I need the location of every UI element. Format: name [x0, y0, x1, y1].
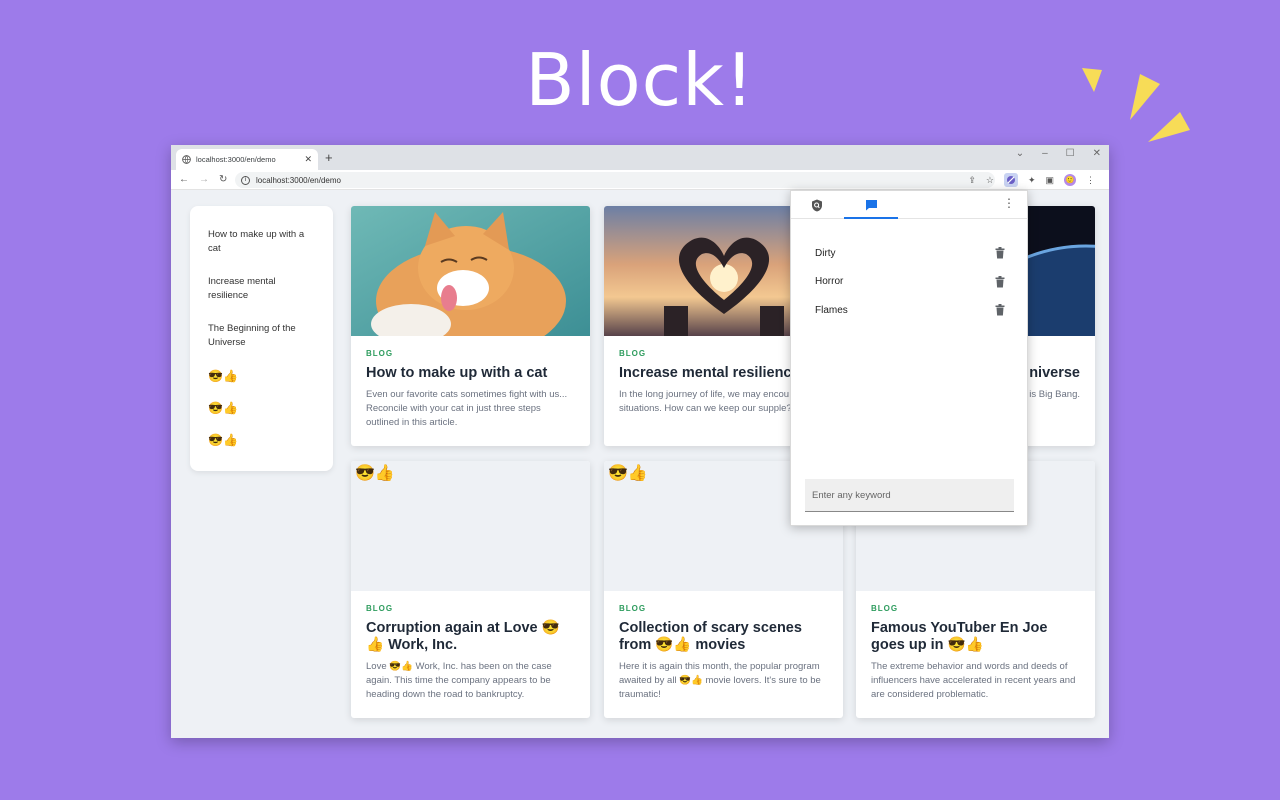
card-title[interactable]: Famous YouTuber En Joe goes up in 😎👍 [871, 620, 1080, 654]
tab-title: localhost:3000/en/demo [196, 155, 276, 164]
delete-icon[interactable] [995, 304, 1005, 316]
tab-keywords[interactable] [864, 198, 878, 212]
sidebar-item[interactable]: Increase mental resilience [208, 275, 315, 303]
maximize-icon[interactable]: ☐ [1066, 148, 1075, 159]
list-item: Dirty [791, 239, 1027, 268]
minimize-icon[interactable]: – [1042, 148, 1048, 159]
profile-avatar[interactable]: 🙂 [1064, 174, 1076, 186]
tab-shield-search[interactable] [810, 198, 824, 212]
card-title[interactable]: Collection of scary scenes from 😎👍 movie… [619, 620, 828, 654]
card-title[interactable]: How to make up with a cat [366, 365, 575, 382]
article-card[interactable]: 😎👍 BLOG Corruption again at Love 😎👍 Work… [351, 461, 590, 718]
article-card[interactable]: BLOG How to make up with a cat Even our … [351, 206, 590, 446]
browser-window: localhost:3000/en/demo ✕ + ⌄ – ☐ ✕ ← → ↻… [171, 145, 1109, 738]
list-item: Horror [791, 268, 1027, 297]
card-category: BLOG [871, 604, 899, 613]
close-tab-icon[interactable]: ✕ [304, 154, 312, 165]
blocked-image-placeholder: 😎👍 [351, 461, 590, 591]
address-bar[interactable]: i localhost:3000/en/demo [235, 172, 995, 188]
card-category: BLOG [366, 604, 394, 613]
shield-search-icon [812, 199, 822, 211]
popup-tabs: ⋮ [791, 191, 1027, 219]
cat-photo [351, 206, 590, 356]
share-icon[interactable]: ⇪ [968, 175, 976, 186]
sidebar-item-blocked[interactable]: 😎👍 [208, 401, 315, 415]
sidebar: How to make up with a cat Increase menta… [190, 206, 333, 471]
keyword-label: Dirty [815, 247, 836, 259]
tab-localhost[interactable]: localhost:3000/en/demo ✕ [176, 149, 318, 170]
browser-toolbar: ← → ↻ i localhost:3000/en/demo ⇪ ☆ ✦ ▣ 🙂… [171, 170, 1109, 190]
card-description: The extreme behavior and words and deeds… [871, 661, 1076, 700]
sidebar-item-blocked[interactable]: 😎👍 [208, 369, 315, 383]
delete-icon[interactable] [995, 247, 1005, 259]
window-controls: ⌄ – ☐ ✕ [1016, 148, 1101, 159]
burst-decoration-icon [1082, 68, 1190, 142]
extension-popup: ⋮ Dirty Horror Flames [790, 190, 1028, 526]
chat-bubble-icon [865, 200, 877, 211]
block-extension-icon[interactable] [1003, 173, 1018, 187]
card-category: BLOG [619, 604, 647, 613]
more-vert-icon[interactable]: ⋮ [1003, 196, 1015, 210]
bookmark-star-icon[interactable]: ☆ [986, 175, 994, 186]
keyword-label: Flames [815, 304, 848, 316]
sidebar-item[interactable]: How to make up with a cat [208, 228, 315, 256]
card-description: Even our favorite cats sometimes fight w… [366, 389, 568, 428]
card-title[interactable]: Corruption again at Love 😎👍 Work, Inc. [366, 620, 575, 654]
tab-strip: localhost:3000/en/demo ✕ + ⌄ – ☐ ✕ [171, 145, 1109, 170]
card-description: Here it is again this month, the popular… [619, 661, 821, 700]
list-item: Flames [791, 296, 1027, 325]
browser-menu-icon[interactable]: ⋮ [1086, 175, 1095, 186]
side-panel-icon[interactable]: ▣ [1045, 175, 1054, 186]
card-category: BLOG [366, 349, 394, 358]
delete-icon[interactable] [995, 275, 1005, 288]
forward-icon[interactable]: → [199, 174, 209, 185]
keyword-label: Horror [815, 276, 844, 288]
extensions-puzzle-icon[interactable]: ✦ [1028, 175, 1036, 186]
tab-search-icon[interactable]: ⌄ [1016, 148, 1024, 159]
active-tab-indicator [844, 217, 898, 219]
reload-icon[interactable]: ↻ [219, 174, 227, 185]
sidebar-item-blocked[interactable]: 😎👍 [208, 433, 315, 447]
close-window-icon[interactable]: ✕ [1093, 148, 1101, 159]
url-text: localhost:3000/en/demo [256, 175, 341, 185]
card-description: Love 😎👍 Work, Inc. has been on the case … [366, 661, 552, 700]
site-info-icon[interactable]: i [241, 175, 250, 185]
globe-icon [182, 155, 191, 164]
new-tab-button[interactable]: + [325, 150, 333, 165]
sidebar-item[interactable]: The Beginning of the Universe [208, 322, 315, 350]
keyword-list: Dirty Horror Flames [791, 219, 1027, 325]
keyword-input[interactable] [805, 479, 1014, 512]
back-icon[interactable]: ← [179, 174, 189, 185]
